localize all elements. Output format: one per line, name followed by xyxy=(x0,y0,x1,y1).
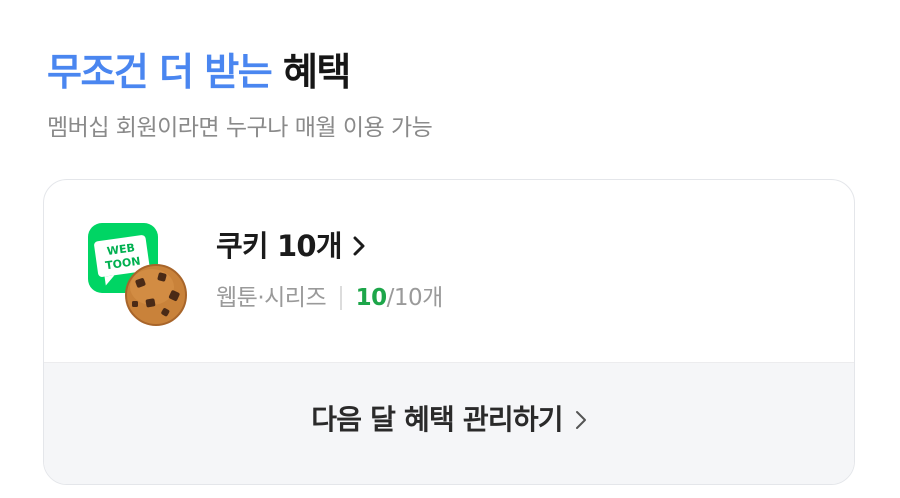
benefit-card: WEB TOON 쿠키 10개 웹툰·시리즈 10 /10개 다음 달 혜택 관… xyxy=(43,179,855,485)
benefit-used-count: 10 xyxy=(355,285,388,311)
meta-divider xyxy=(340,286,342,310)
section-subtitle: 멤버십 회원이라면 누구나 매월 이용 가능 xyxy=(47,115,433,141)
benefit-title-text: 쿠키 10개 xyxy=(216,229,343,263)
chevron-right-icon xyxy=(353,236,365,256)
cookie-icon xyxy=(125,264,187,326)
benefit-service: 웹툰·시리즈 xyxy=(216,285,327,311)
benefit-meta: 웹툰·시리즈 10 /10개 xyxy=(216,280,443,316)
benefit-title: 쿠키 10개 xyxy=(216,225,366,267)
benefit-total-count: /10개 xyxy=(386,285,444,311)
section-title-highlight: 무조건 더 받는 xyxy=(47,50,273,94)
section-title: 무조건 더 받는 혜택 xyxy=(47,44,351,100)
webtoon-app-icon: WEB TOON xyxy=(88,223,187,326)
benefit-item-cookie[interactable]: WEB TOON 쿠키 10개 웹툰·시리즈 10 /10개 xyxy=(44,180,854,362)
benefits-section: 무조건 더 받는 혜택 멤버십 회원이라면 누구나 매월 이용 가능 WEB T… xyxy=(0,0,900,498)
manage-next-month-label: 다음 달 혜택 관리하기 xyxy=(311,402,563,436)
section-title-rest: 혜택 xyxy=(282,50,351,94)
manage-next-month-button[interactable]: 다음 달 혜택 관리하기 xyxy=(44,362,854,484)
chevron-right-icon xyxy=(575,410,586,429)
